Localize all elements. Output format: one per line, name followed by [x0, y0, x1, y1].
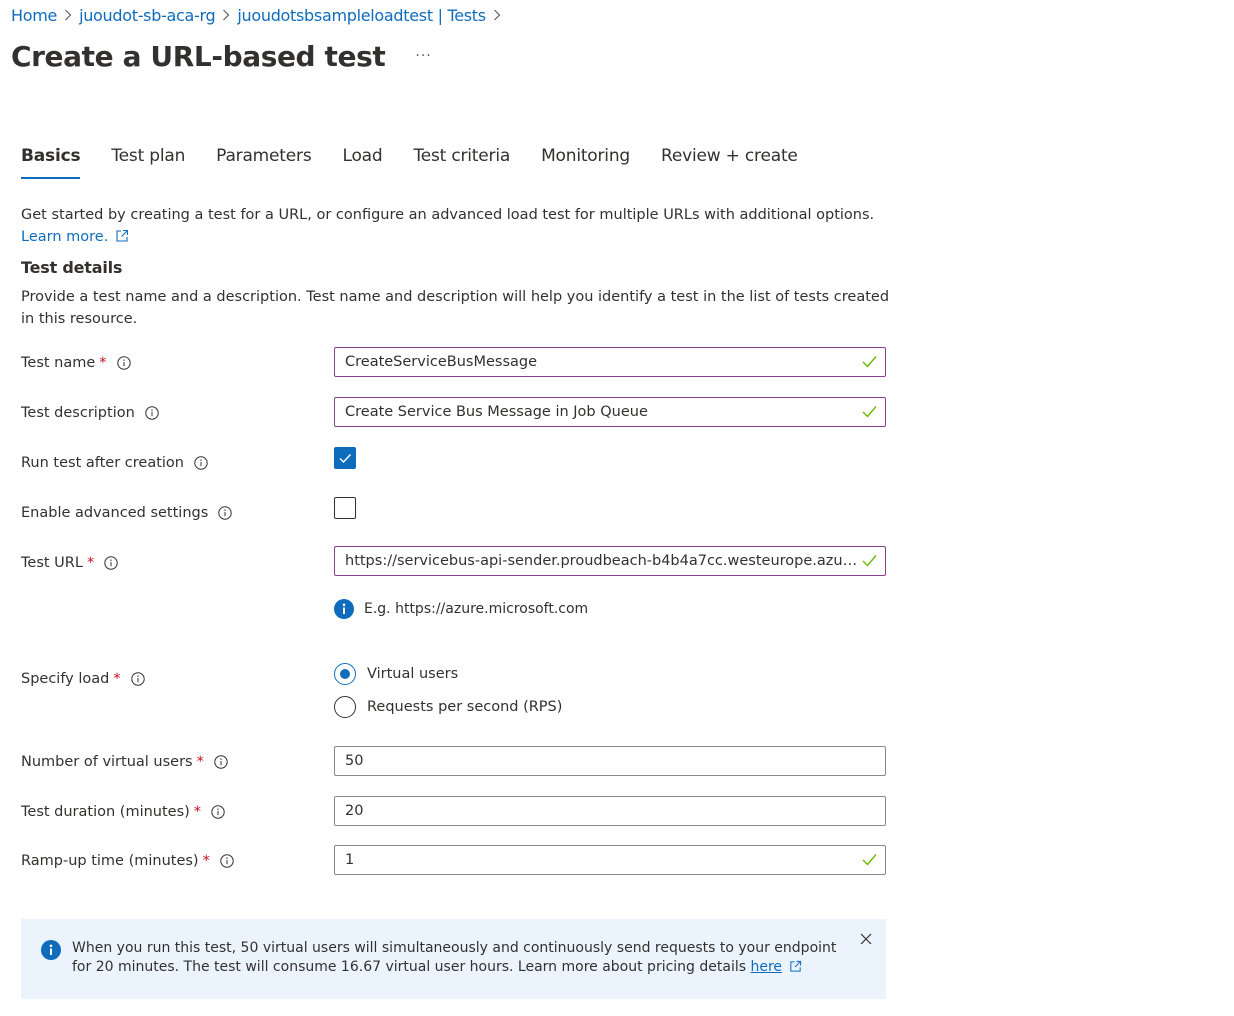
info-icon[interactable] — [194, 456, 208, 470]
ramp-up-value: 1 — [345, 852, 355, 868]
intro-text: Get started by creating a test for a URL… — [21, 204, 901, 248]
radio-label: Virtual users — [367, 666, 459, 682]
breadcrumb-home[interactable]: Home — [11, 6, 57, 25]
ramp-up-input[interactable]: 1 — [334, 845, 886, 875]
specify-load-label: Specify load * — [21, 668, 145, 690]
test-name-value: CreateServiceBusMessage — [345, 354, 538, 370]
intro-description: Get started by creating a test for a URL… — [21, 207, 875, 223]
checkmark-icon — [862, 406, 877, 418]
virtual-users-input[interactable]: 50 — [334, 746, 886, 776]
tab-test-plan[interactable]: Test plan — [111, 143, 185, 179]
pricing-link[interactable]: here — [750, 959, 782, 975]
test-url-hint: E.g. https://azure.microsoft.com — [334, 599, 588, 619]
radio-button[interactable] — [334, 696, 356, 718]
test-description-value: Create Service Bus Message in Job Queue — [345, 404, 648, 420]
section-title-test-details: Test details — [21, 258, 123, 277]
duration-value: 20 — [345, 803, 364, 819]
info-icon[interactable] — [211, 805, 225, 819]
external-link-icon — [116, 229, 128, 242]
info-icon[interactable] — [116, 356, 131, 370]
breadcrumb: Home juoudot-sb-aca-rg juoudotsbsamplelo… — [11, 4, 508, 26]
label-text: Enable advanced settings — [21, 505, 209, 521]
duration-input[interactable]: 20 — [334, 796, 886, 826]
hint-text: E.g. https://azure.microsoft.com — [364, 601, 589, 617]
duration-label: Test duration (minutes) * — [21, 801, 225, 823]
label-text: Number of virtual users — [21, 754, 193, 770]
breadcrumb-resource-group[interactable]: juoudot-sb-aca-rg — [79, 6, 216, 25]
info-icon[interactable] — [218, 506, 232, 520]
required-marker: * — [86, 555, 95, 571]
learn-more-link[interactable]: Learn more. — [21, 229, 108, 245]
page-title: Create a URL-based test — [11, 39, 386, 73]
test-url-value: https://servicebus-api-sender.proudbeach… — [345, 553, 861, 569]
info-icon[interactable] — [145, 406, 159, 420]
chevron-right-icon — [57, 8, 79, 23]
required-marker: * — [99, 355, 107, 371]
section-description: Provide a test name and a description. T… — [21, 289, 890, 327]
required-marker: * — [113, 671, 121, 687]
tab-parameters[interactable]: Parameters — [216, 143, 312, 179]
banner-text: When you run this test, 50 virtual users… — [72, 940, 837, 975]
ramp-up-label: Ramp-up time (minutes) * — [21, 850, 234, 872]
banner-message: When you run this test, 50 virtual users… — [72, 939, 842, 977]
info-banner: When you run this test, 50 virtual users… — [21, 919, 886, 999]
info-icon[interactable] — [220, 854, 234, 868]
radio-virtual-users[interactable]: Virtual users — [334, 663, 458, 685]
info-icon[interactable] — [130, 672, 145, 686]
label-text: Specify load — [21, 671, 110, 687]
info-filled-icon — [334, 599, 354, 619]
test-description-input[interactable]: Create Service Bus Message in Job Queue — [334, 397, 886, 427]
label-text: Test description — [21, 405, 135, 421]
tab-basics[interactable]: Basics — [21, 143, 81, 179]
test-name-input[interactable]: CreateServiceBusMessage — [334, 347, 886, 377]
test-name-label: Test name * — [21, 352, 131, 374]
advanced-settings-label: Enable advanced settings — [21, 502, 232, 524]
title-row: Create a URL-based test ··· — [11, 36, 432, 76]
tab-monitoring[interactable]: Monitoring — [541, 143, 630, 179]
required-marker: * — [193, 804, 202, 820]
info-icon[interactable] — [214, 755, 228, 769]
breadcrumb-tests[interactable]: juoudotsbsampleloadtest | Tests — [237, 6, 486, 25]
test-url-input[interactable]: https://servicebus-api-sender.proudbeach… — [334, 546, 886, 576]
checkmark-icon — [862, 854, 877, 866]
run-after-creation-label: Run test after creation — [21, 452, 208, 474]
tab-bar: Basics Test plan Parameters Load Test cr… — [21, 143, 829, 179]
radio-rps[interactable]: Requests per second (RPS) — [334, 696, 562, 718]
checkmark-icon — [339, 454, 352, 464]
required-marker: * — [196, 754, 204, 770]
label-text: Test name — [21, 355, 96, 371]
radio-button[interactable] — [334, 663, 356, 685]
external-link-icon — [789, 960, 801, 972]
tab-load[interactable]: Load — [342, 143, 382, 179]
label-text: Test duration (minutes) — [21, 804, 190, 820]
virtual-users-value: 50 — [345, 753, 364, 769]
tab-test-criteria[interactable]: Test criteria — [413, 143, 510, 179]
label-text: Run test after creation — [21, 455, 184, 471]
chevron-right-icon — [486, 8, 508, 23]
chevron-right-icon — [215, 8, 237, 23]
test-url-label: Test URL * — [21, 552, 118, 574]
required-marker: * — [202, 853, 210, 869]
tab-review-create[interactable]: Review + create — [661, 143, 798, 179]
info-filled-icon — [41, 940, 61, 960]
advanced-settings-checkbox[interactable] — [334, 497, 356, 519]
label-text: Test URL — [21, 555, 83, 571]
checkmark-icon — [862, 555, 877, 567]
label-text: Ramp-up time (minutes) — [21, 853, 199, 869]
test-description-label: Test description — [21, 402, 159, 424]
run-after-creation-checkbox[interactable] — [334, 447, 356, 469]
checkmark-icon — [862, 356, 877, 368]
info-icon[interactable] — [104, 556, 118, 570]
more-options-button[interactable]: ··· — [415, 48, 431, 64]
close-icon[interactable] — [860, 933, 872, 945]
radio-label: Requests per second (RPS) — [367, 699, 563, 715]
virtual-users-label: Number of virtual users * — [21, 751, 228, 773]
